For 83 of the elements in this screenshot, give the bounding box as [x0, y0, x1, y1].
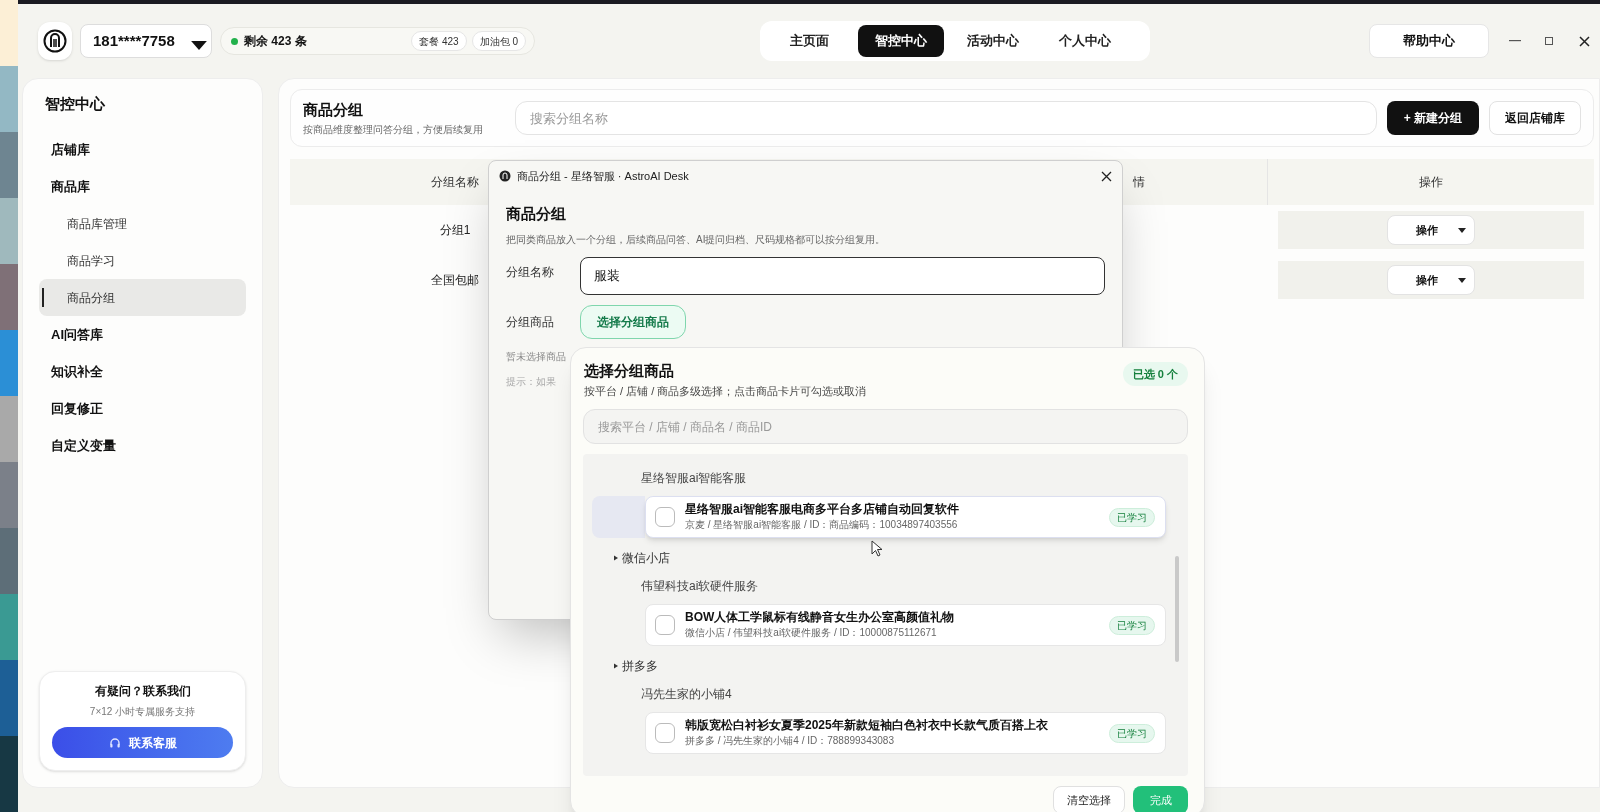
column-header: 情 [1133, 174, 1145, 191]
close-icon[interactable] [1579, 35, 1590, 47]
learned-badge: 已学习 [1109, 723, 1155, 743]
shop-label[interactable]: 星络智服ai智能客服 [641, 469, 747, 487]
plan-badge: 加油包 0 [471, 31, 526, 51]
product-title: BOW人体工学鼠标有线静音女生办公室高颜值礼物 [685, 610, 955, 625]
picker-subtitle: 按平台 / 店铺 / 商品多级选择；点击商品卡片可勾选或取消 [584, 383, 867, 399]
row-highlight [592, 496, 645, 538]
select-products-button[interactable]: 选择分组商品 [580, 304, 686, 339]
table-cell-text: 分组1 [439, 222, 471, 239]
group-name-field[interactable]: 服装 [580, 256, 1105, 295]
learned-badge: 已学习 [1109, 615, 1155, 635]
learned-badge: 已学习 [1109, 507, 1155, 527]
action-dropdown[interactable]: 操作 [1387, 265, 1475, 295]
dialog-heading: 商品分组 [506, 204, 567, 224]
caret-icon[interactable] [614, 663, 618, 669]
picker-search-field[interactable]: 搜索平台 / 店铺 / 商品名 / 商品ID [583, 409, 1188, 444]
maximize-icon[interactable] [1545, 37, 1553, 45]
shop-label[interactable]: 伟望科技ai软硬件服务 [641, 577, 759, 595]
product-meta: 京麦 / 星络智服ai智能客服 / ID：商品编码：10034897403556 [685, 518, 959, 532]
app-logo-icon [499, 170, 511, 182]
caret-icon [1458, 277, 1466, 283]
checkbox[interactable] [655, 723, 675, 743]
sidebar-item[interactable]: AI问答库 [39, 316, 246, 353]
hint-text: 提示：如果 [506, 374, 557, 389]
nav-tab[interactable]: 主页面 [766, 25, 852, 57]
app-logo [38, 22, 72, 60]
product-card[interactable]: BOW人体工学鼠标有线静音女生办公室高颜值礼物 微信小店 / 伟望科技ai软硬件服务 / ID：10000875112671 已学习 [645, 604, 1166, 646]
action-dropdown[interactable]: 操作 [1387, 215, 1475, 245]
contact-support-button[interactable]: 联系客服 [52, 727, 233, 758]
product-card[interactable]: 星络智服ai智能客服电商多平台多店铺自动回复软件 京麦 / 星络智服ai智能客服 / ID：商品编码：10034897403556 已学习 [645, 496, 1166, 538]
product-meta: 微信小店 / 伟望科技ai软硬件服务 / ID：10000875112671 [685, 626, 938, 640]
checkbox[interactable] [655, 615, 675, 635]
product-card[interactable]: 韩版宽松白衬衫女夏季2025年新款短袖白色衬衣中长款气质百搭上衣 拼多多 / 冯先生家的小铺4 / ID：788899343083 已学习 [645, 712, 1166, 754]
shop-label[interactable]: 冯先生家的小铺4 [641, 685, 732, 703]
caret-icon[interactable] [614, 555, 618, 561]
help-center-button[interactable]: 帮助中心 [1369, 24, 1489, 58]
help-card-title: 有疑问？联系我们 [94, 683, 191, 700]
field-label: 分组商品 [506, 313, 555, 331]
nav-tab[interactable]: 活动中心 [950, 25, 1036, 57]
dialog-description: 把同类商品放入一个分组，后续商品问答、AI提问归档、尺码规格都可以按分组复用。 [506, 232, 887, 247]
sidebar-subitem[interactable]: 商品分组 [39, 279, 246, 316]
dialog-title: 商品分组 - 星络智服 · AstroAI Desk [517, 168, 689, 184]
platform-label[interactable]: 拼多多 [622, 657, 658, 675]
product-title: 星络智服ai智能客服电商多平台多店铺自动回复软件 [685, 502, 959, 517]
remaining-count: 剩余 423 条 [244, 33, 307, 50]
page-subtitle: 按商品维度整理问答分组，方便后续复用 [303, 122, 484, 137]
column-header: 操作 [1419, 174, 1443, 191]
sidebar-item[interactable]: 自定义变量 [39, 427, 246, 464]
product-title: 韩版宽松白衬衫女夏季2025年新款短袖白色衬衣中长款气质百搭上衣 [685, 718, 1048, 733]
nav-tab[interactable]: 个人中心 [1042, 25, 1128, 57]
sidebar-item[interactable]: 回复修正 [39, 390, 246, 427]
empty-note: 暂未选择商品 [506, 349, 567, 364]
platform-label[interactable]: 微信小店 [622, 549, 670, 567]
sidebar-title: 智控中心 [44, 94, 106, 114]
help-card-subtitle: 7×12 小时专属服务支持 [89, 705, 196, 719]
nav-tab[interactable]: 智控中心 [858, 25, 944, 57]
close-icon[interactable] [1101, 170, 1112, 182]
page-title: 商品分组 [303, 100, 364, 121]
cursor-icon [871, 540, 883, 557]
picker-title: 选择分组商品 [584, 361, 675, 381]
sidebar-subitem[interactable]: 商品学习 [39, 242, 246, 279]
clear-selection-button[interactable]: 清空选择 [1053, 786, 1125, 812]
headset-icon [108, 736, 121, 749]
sidebar-subitem[interactable]: 商品库管理 [39, 205, 246, 242]
scrollbar[interactable] [1175, 556, 1179, 662]
column-header: 分组名称 [431, 174, 479, 191]
plan-badge: 套餐 423 [411, 31, 467, 51]
field-label: 分组名称 [506, 263, 555, 281]
account-dropdown[interactable]: 181****7758 [80, 24, 212, 58]
table-cell-text: 全国包邮 [431, 272, 479, 289]
minimize-icon[interactable] [1509, 40, 1521, 42]
caret-icon [191, 40, 207, 50]
sidebar-item[interactable]: 商品库 [39, 168, 246, 205]
selected-count-badge: 已选 0 个 [1122, 362, 1188, 386]
sidebar-item[interactable]: 店铺库 [39, 131, 246, 168]
checkbox[interactable] [655, 507, 675, 527]
product-meta: 拼多多 / 冯先生家的小铺4 / ID：788899343083 [685, 734, 895, 748]
new-group-button[interactable]: + 新建分组 [1387, 101, 1479, 135]
search-field[interactable]: 搜索分组名称 [515, 101, 1377, 135]
sidebar-item[interactable]: 知识补全 [39, 353, 246, 390]
caret-icon [1458, 227, 1466, 233]
back-button[interactable]: 返回店铺库 [1489, 101, 1581, 135]
